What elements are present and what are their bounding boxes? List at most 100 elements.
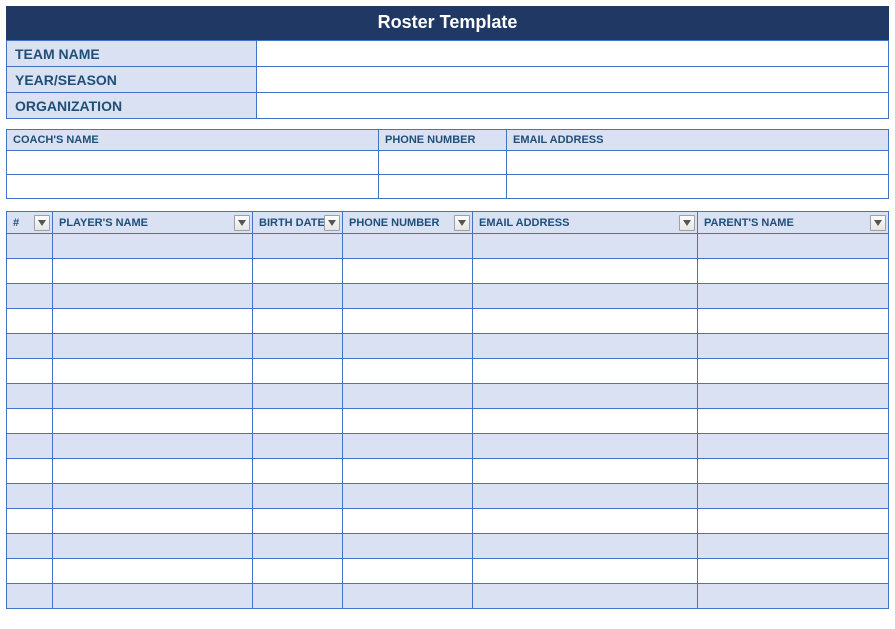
filter-button-num[interactable] [34, 215, 50, 231]
player-num-cell[interactable] [7, 259, 53, 284]
player-name-cell[interactable] [53, 484, 253, 509]
organization-cell[interactable] [257, 93, 889, 119]
player-name-cell[interactable] [53, 509, 253, 534]
player-birth-cell[interactable] [253, 509, 343, 534]
player-phone-cell[interactable] [343, 584, 473, 609]
player-birth-cell[interactable] [253, 484, 343, 509]
player-num-cell[interactable] [7, 334, 53, 359]
filter-button-birth[interactable] [324, 215, 340, 231]
player-birth-cell[interactable] [253, 359, 343, 384]
player-header-num[interactable]: # [7, 212, 53, 234]
player-phone-cell[interactable] [343, 434, 473, 459]
player-birth-cell[interactable] [253, 584, 343, 609]
player-name-cell[interactable] [53, 284, 253, 309]
player-num-cell[interactable] [7, 434, 53, 459]
player-email-cell[interactable] [473, 559, 698, 584]
player-num-cell[interactable] [7, 409, 53, 434]
player-phone-cell[interactable] [343, 359, 473, 384]
player-email-cell[interactable] [473, 509, 698, 534]
player-birth-cell[interactable] [253, 459, 343, 484]
player-name-cell[interactable] [53, 584, 253, 609]
player-name-cell[interactable] [53, 234, 253, 259]
player-name-cell[interactable] [53, 459, 253, 484]
player-phone-cell[interactable] [343, 259, 473, 284]
player-parent-cell[interactable] [698, 334, 889, 359]
filter-button-parent[interactable] [870, 215, 886, 231]
player-phone-cell[interactable] [343, 509, 473, 534]
player-parent-cell[interactable] [698, 384, 889, 409]
player-parent-cell[interactable] [698, 509, 889, 534]
player-email-cell[interactable] [473, 584, 698, 609]
player-header-name[interactable]: PLAYER'S NAME [53, 212, 253, 234]
player-email-cell[interactable] [473, 534, 698, 559]
player-email-cell[interactable] [473, 484, 698, 509]
player-name-cell[interactable] [53, 334, 253, 359]
player-parent-cell[interactable] [698, 584, 889, 609]
player-birth-cell[interactable] [253, 409, 343, 434]
player-email-cell[interactable] [473, 434, 698, 459]
player-num-cell[interactable] [7, 534, 53, 559]
player-parent-cell[interactable] [698, 459, 889, 484]
player-birth-cell[interactable] [253, 559, 343, 584]
player-phone-cell[interactable] [343, 334, 473, 359]
coach-email-cell[interactable] [507, 175, 889, 199]
team-name-cell[interactable] [257, 41, 889, 67]
player-header-email[interactable]: EMAIL ADDRESS [473, 212, 698, 234]
player-parent-cell[interactable] [698, 359, 889, 384]
player-parent-cell[interactable] [698, 434, 889, 459]
player-phone-cell[interactable] [343, 284, 473, 309]
coach-name-cell[interactable] [7, 151, 379, 175]
player-email-cell[interactable] [473, 309, 698, 334]
player-name-cell[interactable] [53, 534, 253, 559]
player-num-cell[interactable] [7, 284, 53, 309]
player-birth-cell[interactable] [253, 309, 343, 334]
year-season-cell[interactable] [257, 67, 889, 93]
player-header-phone[interactable]: PHONE NUMBER [343, 212, 473, 234]
player-email-cell[interactable] [473, 234, 698, 259]
player-birth-cell[interactable] [253, 534, 343, 559]
player-email-cell[interactable] [473, 359, 698, 384]
player-phone-cell[interactable] [343, 534, 473, 559]
player-parent-cell[interactable] [698, 409, 889, 434]
player-name-cell[interactable] [53, 259, 253, 284]
player-header-parent[interactable]: PARENT'S NAME [698, 212, 889, 234]
player-email-cell[interactable] [473, 409, 698, 434]
player-name-cell[interactable] [53, 559, 253, 584]
player-num-cell[interactable] [7, 234, 53, 259]
player-email-cell[interactable] [473, 334, 698, 359]
player-birth-cell[interactable] [253, 434, 343, 459]
player-phone-cell[interactable] [343, 234, 473, 259]
player-birth-cell[interactable] [253, 334, 343, 359]
player-name-cell[interactable] [53, 359, 253, 384]
player-parent-cell[interactable] [698, 484, 889, 509]
player-parent-cell[interactable] [698, 559, 889, 584]
player-name-cell[interactable] [53, 309, 253, 334]
player-name-cell[interactable] [53, 384, 253, 409]
player-email-cell[interactable] [473, 384, 698, 409]
coach-phone-cell[interactable] [379, 151, 507, 175]
player-phone-cell[interactable] [343, 384, 473, 409]
player-phone-cell[interactable] [343, 459, 473, 484]
player-parent-cell[interactable] [698, 309, 889, 334]
coach-name-cell[interactable] [7, 175, 379, 199]
player-parent-cell[interactable] [698, 284, 889, 309]
filter-button-phone[interactable] [454, 215, 470, 231]
player-email-cell[interactable] [473, 259, 698, 284]
coach-phone-cell[interactable] [379, 175, 507, 199]
player-birth-cell[interactable] [253, 284, 343, 309]
player-parent-cell[interactable] [698, 534, 889, 559]
player-num-cell[interactable] [7, 509, 53, 534]
player-name-cell[interactable] [53, 434, 253, 459]
player-phone-cell[interactable] [343, 309, 473, 334]
player-birth-cell[interactable] [253, 384, 343, 409]
player-num-cell[interactable] [7, 559, 53, 584]
player-parent-cell[interactable] [698, 234, 889, 259]
filter-button-email[interactable] [679, 215, 695, 231]
player-name-cell[interactable] [53, 409, 253, 434]
player-email-cell[interactable] [473, 284, 698, 309]
player-num-cell[interactable] [7, 584, 53, 609]
player-num-cell[interactable] [7, 359, 53, 384]
player-phone-cell[interactable] [343, 484, 473, 509]
player-phone-cell[interactable] [343, 409, 473, 434]
filter-button-name[interactable] [234, 215, 250, 231]
